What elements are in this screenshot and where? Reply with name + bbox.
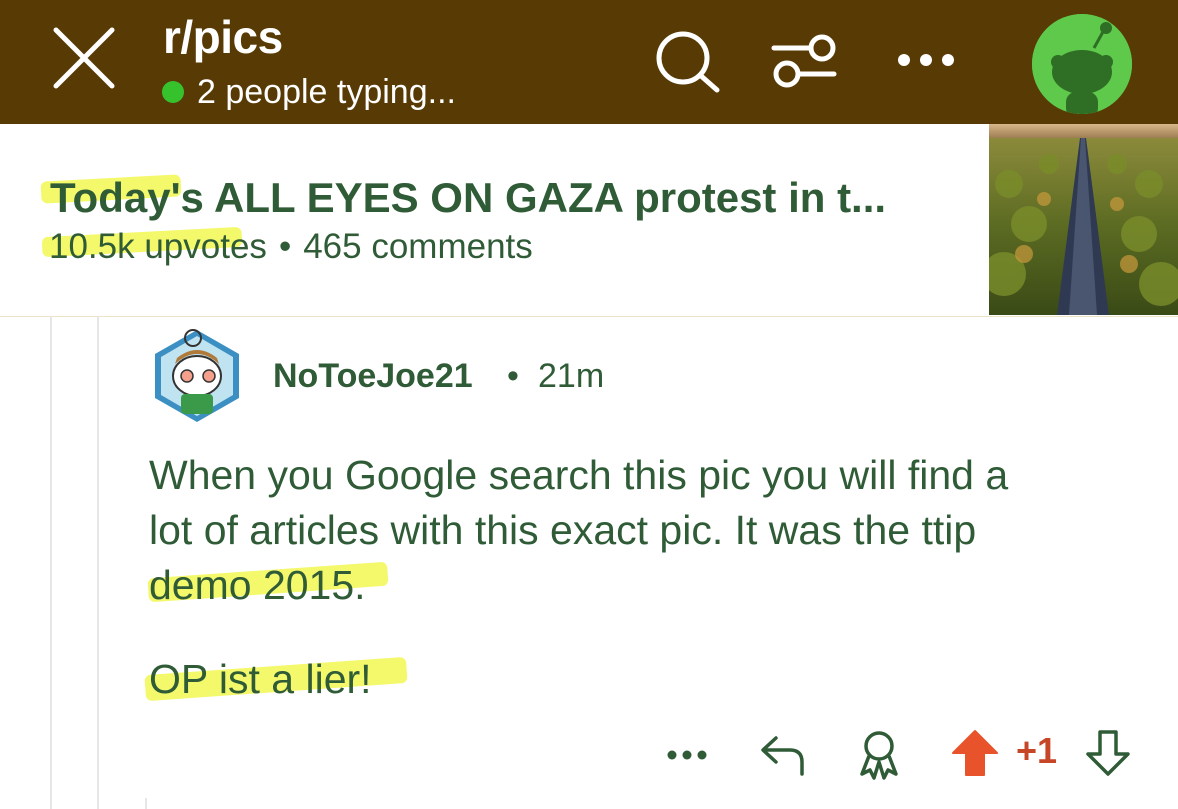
user-avatar-button[interactable] <box>1032 14 1132 114</box>
typing-indicator: 2 people typing... <box>162 70 456 114</box>
thread-line[interactable] <box>50 316 52 809</box>
comment-meta-separator: • <box>507 357 519 395</box>
close-button[interactable] <box>48 22 120 94</box>
comment-author-avatar[interactable] <box>151 326 243 426</box>
reply-icon <box>761 736 804 776</box>
online-dot-icon <box>162 81 184 103</box>
more-icon <box>898 54 954 66</box>
post-upvotes: 10.5k upvotes <box>49 227 267 266</box>
vote-count: +1 <box>1016 730 1058 771</box>
app-header: r/pics 2 people typing... <box>0 0 1178 124</box>
filter-button[interactable] <box>770 28 838 94</box>
thread-line <box>145 798 147 809</box>
snoo-avatar-icon <box>155 329 239 422</box>
post-title[interactable]: Today's ALL EYES ON GAZA protest in t... <box>50 174 886 222</box>
protest-crowd-image <box>989 124 1178 315</box>
search-icon <box>656 31 720 93</box>
avatar-icon <box>1032 14 1132 114</box>
thread-line[interactable] <box>97 316 99 809</box>
comment-author[interactable]: NoToeJoe21 <box>273 357 473 396</box>
downvote-icon <box>1086 730 1130 776</box>
upvote-icon <box>952 730 998 776</box>
filter-icon <box>771 34 837 88</box>
more-options-button[interactable] <box>893 40 959 80</box>
comment-body-line: demo 2015. <box>149 562 366 608</box>
post-thumbnail[interactable] <box>989 124 1178 315</box>
upvote-button[interactable] <box>950 728 1000 778</box>
award-icon <box>860 731 898 780</box>
comment-timestamp: 21m <box>538 357 605 395</box>
close-icon <box>53 27 115 89</box>
award-button[interactable] <box>856 728 902 780</box>
comment-body-line: lot of articles with this exact pic. It … <box>149 507 977 553</box>
post-meta: 10.5k upvotes • 465 comments <box>49 227 533 267</box>
more-icon <box>667 750 707 760</box>
post-comment-count: 465 comments <box>303 227 533 266</box>
reply-button[interactable] <box>758 730 810 778</box>
meta-separator: • <box>278 227 292 266</box>
subreddit-title[interactable]: r/pics <box>163 10 283 64</box>
downvote-button[interactable] <box>1084 728 1132 778</box>
comment-body-line: OP ist a lier! <box>149 656 372 702</box>
comment-more-button[interactable] <box>664 742 710 768</box>
search-button[interactable] <box>651 28 723 94</box>
comment-body-line: When you Google search this pic you will… <box>149 452 1009 498</box>
typing-status: 2 people typing... <box>197 72 456 111</box>
